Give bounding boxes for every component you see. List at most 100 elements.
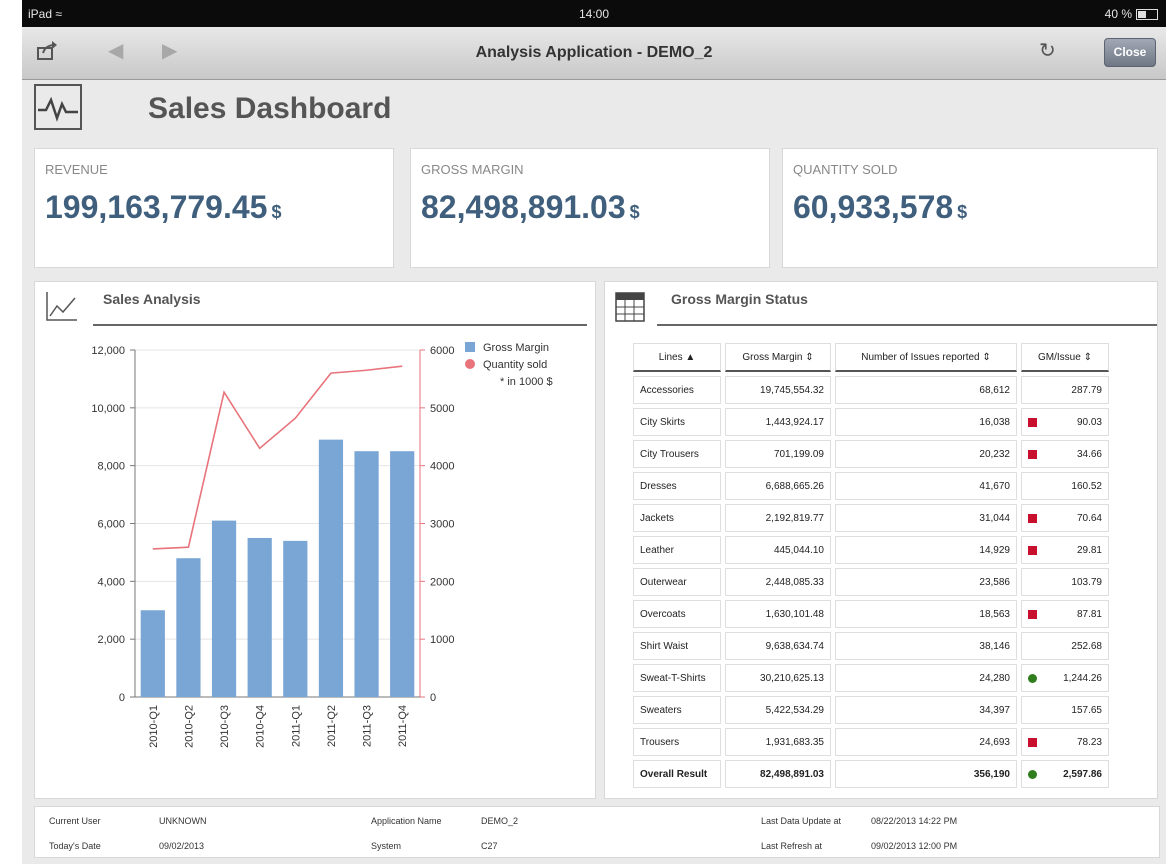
x-tick-label: 2011-Q4 xyxy=(397,705,409,747)
cell-gm-issue: 160.52 xyxy=(1021,472,1109,500)
table-row-total: Overall Result 82,498,891.03 356,190 2,597.… xyxy=(633,760,1109,788)
gm-issue-value: 34.66 xyxy=(1076,448,1102,460)
cell-line: Leather xyxy=(633,536,721,564)
cell-gross-margin: 445,044.10 xyxy=(725,536,831,564)
table-row: Shirt Waist 9,638,634.74 38,146 252.68 xyxy=(633,632,1109,660)
last-refresh-label: Last Refresh at xyxy=(761,841,823,851)
kpi-unit: $ xyxy=(629,202,640,222)
page-title: Sales Dashboard xyxy=(148,92,392,125)
cell-gm-issue: 29.81 xyxy=(1021,536,1109,564)
gross-margin-table: Lines ▲ Gross Margin ⇕ Number of Issues … xyxy=(629,339,1113,792)
gm-issue-value: 87.81 xyxy=(1076,608,1102,620)
y-right-tick-label: 0 xyxy=(430,692,436,704)
cell-issues: 20,232 xyxy=(835,440,1017,468)
alert-square-icon xyxy=(1028,514,1037,523)
y-right-tick-label: 6000 xyxy=(430,345,454,357)
x-tick-label: 2010-Q2 xyxy=(183,705,195,748)
alert-square-icon xyxy=(1028,610,1037,619)
y-right-tick-label: 2000 xyxy=(430,576,454,588)
battery-status: 40 % xyxy=(1105,7,1158,21)
cell-line: City Skirts xyxy=(633,408,721,436)
pulse-icon xyxy=(34,84,82,130)
bar-gross-margin xyxy=(283,540,308,697)
kpi-quantity-sold: QUANTITY SOLD 60,933,578 $ xyxy=(782,148,1158,268)
column-header-lines[interactable]: Lines ▲ xyxy=(633,343,721,372)
column-header-label: Lines xyxy=(658,351,683,363)
good-circle-icon xyxy=(1028,770,1037,779)
cell-issues: 24,693 xyxy=(835,728,1017,756)
y-right-tick-label: 1000 xyxy=(430,634,454,646)
legend-label-quantity-sold: Quantity sold xyxy=(483,359,547,371)
kpi-label: GROSS MARGIN xyxy=(421,162,524,177)
legend-swatch-gross-margin xyxy=(465,342,475,352)
gm-issue-value: 70.64 xyxy=(1076,512,1102,524)
last-refresh-value: 09/02/2013 12:00 PM xyxy=(871,841,958,851)
chart-note: * in 1000 $ xyxy=(500,376,553,388)
kpi-revenue: REVENUE 199,163,779.45 $ xyxy=(34,148,394,268)
refresh-icon[interactable]: ↻ xyxy=(1039,40,1056,62)
app-title: Analysis Application - DEMO_2 xyxy=(475,44,713,61)
gm-issue-value: 103.79 xyxy=(1071,576,1102,588)
cell-gross-margin: 19,745,554.32 xyxy=(725,376,831,404)
table-row: Accessories 19,745,554.32 68,612 287.79 xyxy=(633,376,1109,404)
legend-label-gross-margin: Gross Margin xyxy=(483,342,549,354)
table-row: City Skirts 1,443,924.17 16,038 90.03 xyxy=(633,408,1109,436)
cell-gross-margin: 701,199.09 xyxy=(725,440,831,468)
alert-square-icon xyxy=(1028,450,1037,459)
current-user-label: Current User xyxy=(49,816,101,826)
footer-info: Current User UNKNOWN Today's Date 09/02/… xyxy=(34,806,1160,858)
column-header-gm-issue[interactable]: GM/Issue ⇕ xyxy=(1021,343,1109,372)
cell-issues: 24,280 xyxy=(835,664,1017,692)
column-header-issues[interactable]: Number of Issues reported ⇕ xyxy=(835,343,1017,372)
navigation-bar: ◀ ▶ Analysis Application - DEMO_2 ↻ Clos… xyxy=(22,27,1166,80)
table-row: Outerwear 2,448,085.33 23,586 103.79 xyxy=(633,568,1109,596)
cell-gross-margin: 2,192,819.77 xyxy=(725,504,831,532)
cell-line: Shirt Waist xyxy=(633,632,721,660)
table-row: Sweat-T-Shirts 30,210,625.13 24,280 1,244.2… xyxy=(633,664,1109,692)
cell-gross-margin: 5,422,534.29 xyxy=(725,696,831,724)
cell-line: Accessories xyxy=(633,376,721,404)
table-row: Leather 445,044.10 14,929 29.81 xyxy=(633,536,1109,564)
alert-square-icon xyxy=(1028,546,1037,555)
table-row: City Trousers 701,199.09 20,232 34.66 xyxy=(633,440,1109,468)
table-icon xyxy=(615,292,645,327)
cell-line: Dresses xyxy=(633,472,721,500)
gross-margin-table-wrap: Lines ▲ Gross Margin ⇕ Number of Issues … xyxy=(629,339,1113,792)
cell-line: Trousers xyxy=(633,728,721,756)
gm-issue-value: 160.52 xyxy=(1071,480,1102,492)
cell-issues: 34,397 xyxy=(835,696,1017,724)
current-user-value: UNKNOWN xyxy=(159,816,207,826)
gm-issue-value: 29.81 xyxy=(1076,544,1102,556)
last-data-update-label: Last Data Update at xyxy=(761,816,842,826)
todays-date-label: Today's Date xyxy=(49,841,101,851)
gm-issue-value: 287.79 xyxy=(1071,384,1102,396)
gm-issue-value: 78.23 xyxy=(1076,736,1102,748)
cell-issues: 18,563 xyxy=(835,600,1017,628)
gm-issue-value: 157.65 xyxy=(1071,704,1102,716)
kpi-value: 82,498,891.03 $ xyxy=(421,189,640,226)
last-data-update-value: 08/22/2013 14:22 PM xyxy=(871,816,958,826)
y-right-tick-label: 5000 xyxy=(430,403,454,415)
x-tick-label: 2010-Q4 xyxy=(255,705,267,748)
ipad-screen: iPad ≈ 14:00 40 % ◀ ▶ Analysis Applicati… xyxy=(22,0,1166,864)
cell-gm-issue: 70.64 xyxy=(1021,504,1109,532)
x-tick-label: 2010-Q1 xyxy=(148,705,160,748)
column-header-gross-margin[interactable]: Gross Margin ⇕ xyxy=(725,343,831,372)
cell-gross-margin: 2,448,085.33 xyxy=(725,568,831,596)
gm-issue-value: 1,244.26 xyxy=(1063,672,1102,684)
clock: 14:00 xyxy=(578,7,610,21)
cell-line: Overcoats xyxy=(633,600,721,628)
kpi-number: 60,933,578 xyxy=(793,189,954,225)
close-button[interactable]: Close xyxy=(1104,38,1156,67)
bar-gross-margin xyxy=(176,558,201,697)
column-header-label: Gross Margin xyxy=(742,351,803,363)
legend-swatch-quantity-sold xyxy=(465,359,475,369)
kpi-number: 82,498,891.03 xyxy=(421,189,626,225)
status-bar: iPad ≈ 14:00 40 % xyxy=(22,0,1166,27)
sort-icon: ⇕ xyxy=(1083,351,1092,363)
kpi-value: 199,163,779.45 $ xyxy=(45,189,281,226)
x-tick-label: 2010-Q3 xyxy=(219,705,231,748)
dashboard-header: Sales Dashboard xyxy=(34,84,934,136)
sort-icon: ⇕ xyxy=(805,351,814,363)
battery-icon xyxy=(1136,8,1158,20)
